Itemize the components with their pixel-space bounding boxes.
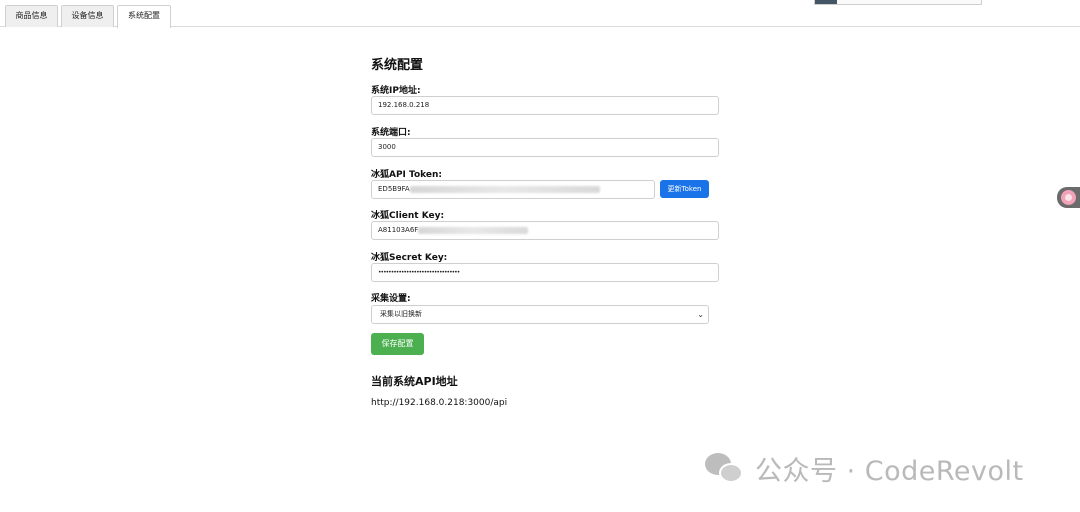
client-key-input[interactable]: A81103A6F [371,221,719,240]
ip-input[interactable]: 192.168.0.218 [371,96,719,115]
wechat-icon [705,451,745,485]
api-url-text: http://192.168.0.218:3000/api [371,398,508,408]
api-token-input[interactable]: ED5B9FA [371,180,655,199]
secret-key-label: 冰狐Secret Key: [371,253,448,263]
top-right-panel [814,0,982,5]
tab-device-info[interactable]: 设备信息 [61,5,114,27]
collect-setting-value: 采集以旧换新 [380,310,422,318]
client-key-label: 冰狐Client Key: [371,211,445,221]
watermark: 公众号 · CodeRevolt [705,450,1024,487]
collect-setting-label: 采集设置: [371,294,411,304]
ip-label: 系统IP地址: [371,86,421,96]
api-token-label: 冰狐API Token: [371,170,443,180]
update-token-button[interactable]: 更新Token [660,180,709,198]
port-label: 系统端口: [371,128,411,138]
collect-setting-select[interactable]: 采集以旧换新 ⌄ [371,305,709,324]
redacted-blur [418,226,529,234]
floating-assistant-icon[interactable] [1057,187,1080,208]
api-token-value: ED5B9FA [378,185,410,193]
redacted-blur [409,185,600,193]
api-section-title: 当前系统API地址 [371,375,458,388]
page-title: 系统配置 [371,58,424,73]
port-input[interactable]: 3000 [371,138,719,157]
save-config-button[interactable]: 保存配置 [371,333,424,355]
tab-system-config[interactable]: 系统配置 [117,5,171,28]
chevron-down-icon: ⌄ [697,310,704,319]
tab-product-info[interactable]: 商品信息 [5,5,58,27]
watermark-text: 公众号 · CodeRevolt [755,455,1024,487]
top-right-thumbnail [815,0,837,4]
client-key-value: A81103A6F [378,226,419,234]
secret-key-input[interactable]: •••••••••••••••••••••••••••••••• [371,263,719,282]
